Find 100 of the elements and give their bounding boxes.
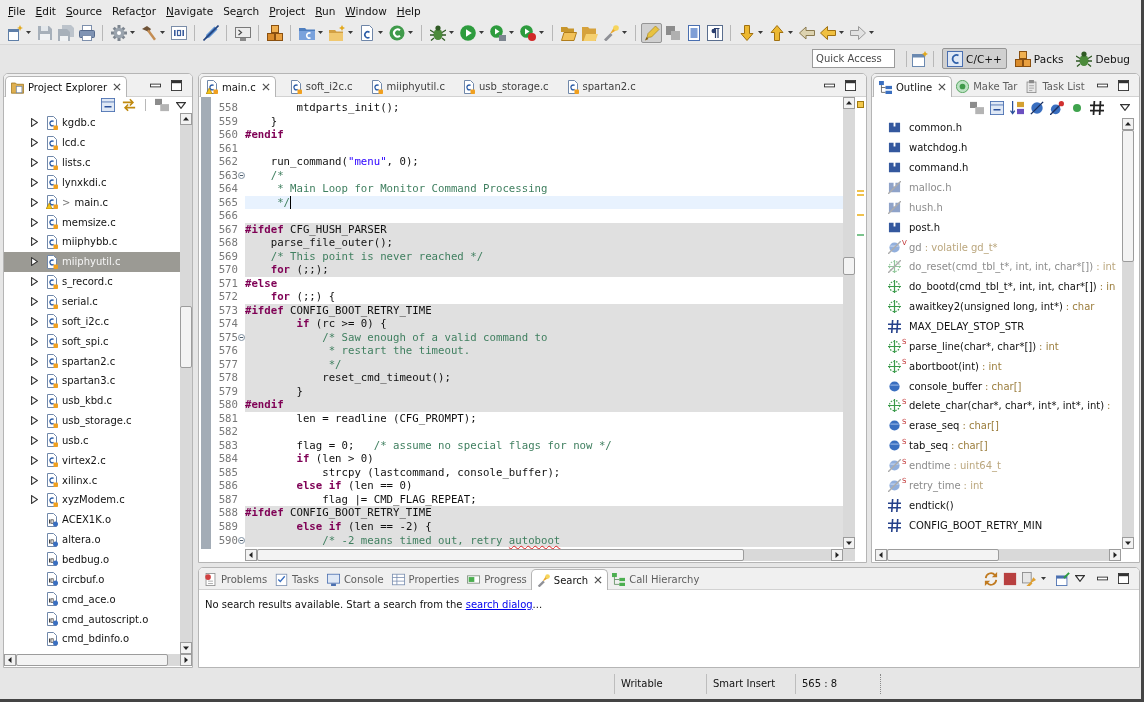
maximize-icon[interactable] (1118, 573, 1129, 584)
view-menu-icon[interactable] (1075, 575, 1085, 582)
expand-icon[interactable] (31, 495, 38, 505)
search-dialog-link[interactable]: search dialog (465, 599, 533, 610)
view-tab[interactable]: Properties (387, 569, 464, 590)
menu-item[interactable]: File (3, 2, 31, 19)
caret-icon[interactable] (539, 31, 544, 34)
collapse-icon[interactable] (238, 334, 245, 341)
caret-icon[interactable] (408, 31, 413, 34)
editor-tab[interactable]: usb_storage.c (459, 76, 553, 97)
page-torch-icon[interactable] (1022, 571, 1036, 586)
bug-icon[interactable] (429, 24, 446, 41)
expand-icon[interactable] (31, 297, 38, 306)
expand-icon[interactable] (31, 197, 38, 207)
tree-item[interactable]: cmd_autoscript.o (4, 609, 180, 629)
view-tab[interactable]: Console (322, 569, 388, 590)
maximize-icon[interactable] (845, 79, 856, 91)
collapse-all-icon[interactable] (101, 98, 115, 112)
dot-icon[interactable] (1073, 103, 1081, 112)
expand-icon[interactable] (31, 277, 38, 287)
scroll-left-icon[interactable] (245, 549, 257, 561)
view-tab[interactable]: Tasks (271, 569, 323, 590)
tree-item[interactable]: s_record.c (4, 271, 180, 292)
caret-icon[interactable] (160, 31, 165, 34)
caret-icon[interactable] (1041, 577, 1046, 580)
perspective-button[interactable]: Debug (1071, 48, 1135, 69)
view-tab[interactable]: Search (530, 569, 609, 590)
scrollbar-thumb[interactable] (843, 257, 855, 275)
tree-item[interactable]: usb_storage.c (4, 410, 180, 431)
caret-icon[interactable] (449, 31, 454, 34)
caret-icon[interactable] (509, 31, 514, 34)
tree-item[interactable]: circbuf.o (4, 569, 180, 590)
collapse-icon[interactable] (238, 171, 245, 179)
tree-item[interactable]: cmd_ace.o (4, 589, 180, 610)
tree-item[interactable]: bedbug.o (4, 549, 180, 570)
caret-icon[interactable] (869, 31, 874, 34)
caret-icon[interactable] (130, 31, 135, 34)
scroll-up-icon[interactable] (843, 97, 855, 109)
scroll-left-icon[interactable] (4, 654, 16, 666)
tree-item[interactable]: spartan3.c (4, 370, 180, 391)
caret-icon[interactable] (479, 31, 484, 34)
expand-icon[interactable] (31, 316, 38, 326)
outline-item[interactable]: MAX_DELAY_STOP_STR (872, 316, 1122, 337)
new-window-icon[interactable] (6, 24, 23, 41)
collapse-icon[interactable] (238, 536, 245, 544)
open-folder-icon[interactable] (560, 24, 577, 41)
expand-icon[interactable] (31, 435, 38, 445)
tree-item[interactable]: usb.c (4, 430, 180, 451)
expand-icon[interactable] (31, 396, 38, 406)
close-icon[interactable] (113, 83, 122, 91)
slashed-circle-badge-icon[interactable] (1050, 100, 1064, 115)
scroll-left-icon[interactable] (875, 549, 887, 561)
menu-item[interactable]: Navigate (161, 2, 219, 19)
tree-item[interactable]: cmd_bdinfo.o (4, 628, 180, 649)
tree-item[interactable]: soft_i2c.c (4, 311, 180, 332)
tree-item[interactable]: altera.o (4, 529, 180, 550)
tree-item[interactable]: serial.c (4, 291, 180, 312)
scrollbar-thumb[interactable] (180, 306, 192, 368)
tree-item[interactable]: memsize.c (4, 212, 180, 233)
view-tab[interactable]: Outline (873, 76, 953, 97)
pen-icon[interactable] (202, 24, 219, 41)
print-icon[interactable] (78, 24, 95, 41)
vertical-scrollbar[interactable] (180, 113, 192, 654)
hammer-icon[interactable] (140, 24, 157, 41)
outline-item[interactable]: hush.h (872, 197, 1122, 218)
menu-item[interactable]: Edit (30, 2, 61, 19)
blocks-icon[interactable] (664, 24, 681, 41)
tree-item[interactable]: spartan2.c (4, 351, 180, 371)
expand-icon[interactable] (31, 455, 38, 465)
sort-icon[interactable] (1010, 100, 1024, 115)
outline-item[interactable]: common.h (872, 118, 1122, 138)
tree-item[interactable]: lists.c (4, 152, 180, 173)
maximize-icon[interactable] (1118, 79, 1129, 91)
editor-tab[interactable]: soft_i2c.c (285, 76, 357, 97)
caret-icon[interactable] (348, 31, 353, 34)
menu-item[interactable]: Search (218, 2, 265, 19)
menu-item[interactable]: Help (391, 2, 426, 19)
menu-item[interactable]: Source (60, 2, 107, 19)
hash-icon[interactable] (1090, 100, 1104, 115)
scroll-up-icon[interactable] (1122, 118, 1134, 130)
horizontal-scrollbar[interactable] (4, 654, 192, 666)
scroll-right-icon[interactable] (1109, 549, 1121, 561)
view-tab[interactable]: Problems (200, 569, 272, 590)
maximize-icon[interactable] (171, 79, 182, 91)
tree-item[interactable]: lcd.c (4, 132, 180, 153)
scrollbar-thumb[interactable] (16, 654, 168, 666)
swap-arrows-icon[interactable] (122, 98, 136, 112)
expand-icon[interactable] (31, 237, 38, 247)
back-icon[interactable] (819, 24, 836, 41)
collapse-all-icon[interactable] (990, 100, 1004, 115)
horizontal-scrollbar[interactable] (875, 549, 1121, 561)
minimize-icon[interactable] (1097, 573, 1108, 584)
window-tick-icon[interactable] (1056, 571, 1070, 586)
outline-item[interactable]: malloc.h (872, 177, 1122, 198)
editor-tab[interactable]: spartan2.c (562, 76, 640, 97)
view-menu-icon[interactable] (176, 101, 186, 109)
tree-item[interactable]: virtex2.c (4, 450, 180, 471)
slashed-circle-icon[interactable] (1030, 100, 1044, 115)
tree-item[interactable]: xilinx.c (4, 470, 180, 491)
outline-item[interactable]: CONFIG_BOOT_RETRY_MIN (872, 515, 1122, 536)
